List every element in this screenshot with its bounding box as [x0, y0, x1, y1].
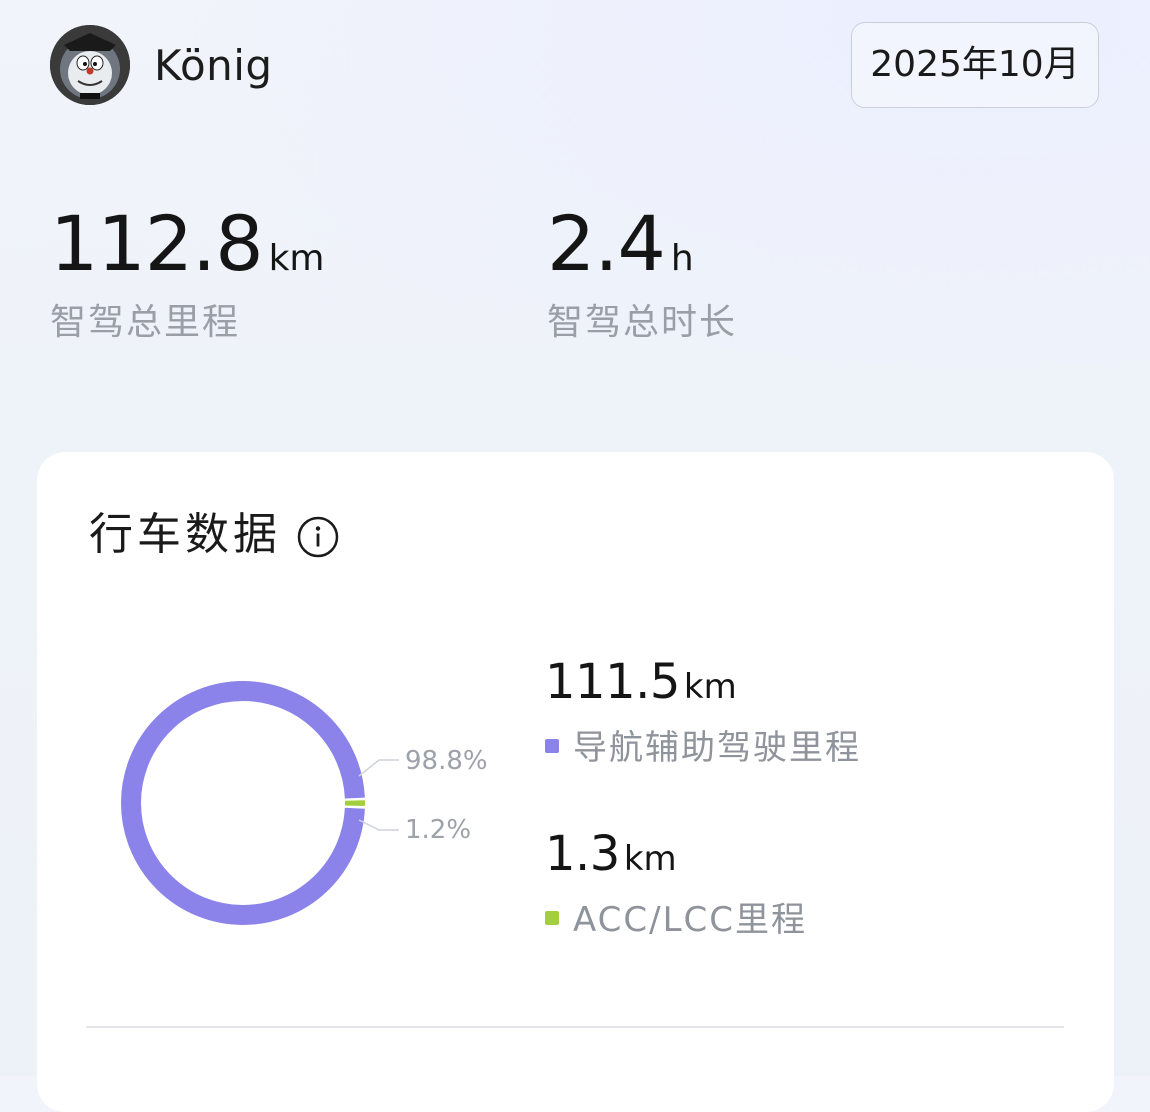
total-distance-unit: km	[268, 238, 325, 279]
info-icon[interactable]	[297, 516, 339, 558]
total-distance-stat: 112.8 km 智驾总里程	[50, 198, 325, 348]
total-distance-value: 112.8	[50, 199, 264, 288]
navigation-assist-legend: 导航辅助驾驶里程	[545, 725, 861, 771]
navigation-assist-swatch	[545, 739, 559, 753]
total-duration-label: 智驾总时长	[547, 302, 738, 343]
total-duration-stat: 2.4 h 智驾总时长	[547, 198, 737, 348]
card-title: 行车数据	[89, 509, 281, 560]
percent-label-navigation: 98.8%	[405, 746, 488, 776]
navigation-assist-label: 导航辅助驾驶里程	[573, 728, 861, 768]
total-duration-unit: h	[670, 238, 694, 279]
navigation-assist-metric: 111.5 km 导航辅助驾驶里程	[545, 652, 861, 771]
avatar[interactable]	[50, 25, 130, 105]
acc-lcc-label: ACC/LCC里程	[573, 900, 808, 940]
month-selector-button[interactable]: 2025年10月	[851, 22, 1099, 108]
driving-data-card: 行车数据 98.8% 1.2% 111.5 km 导航辅助驾驶里程 1.3 km A…	[37, 452, 1114, 1112]
card-divider	[86, 1026, 1064, 1028]
navigation-assist-value: 111.5	[545, 654, 680, 710]
acc-lcc-legend: ACC/LCC里程	[545, 897, 807, 943]
percent-label-acc-lcc: 1.2%	[405, 815, 472, 845]
navigation-assist-value-row: 111.5 km	[545, 652, 861, 717]
acc-lcc-value-row: 1.3 km	[545, 824, 807, 889]
total-duration-value-row: 2.4 h	[547, 198, 737, 290]
navigation-assist-unit: km	[683, 667, 737, 707]
acc-lcc-value: 1.3	[545, 826, 620, 882]
username: König	[154, 41, 273, 90]
total-distance-value-row: 112.8 km	[50, 198, 325, 290]
mileage-donut-chart	[121, 681, 365, 925]
acc-lcc-swatch	[545, 911, 559, 925]
total-duration-value: 2.4	[547, 199, 666, 288]
total-distance-label: 智驾总里程	[50, 302, 241, 343]
acc-lcc-metric: 1.3 km ACC/LCC里程	[545, 824, 807, 943]
acc-lcc-unit: km	[623, 839, 677, 879]
donut-slice-navigation	[121, 681, 365, 925]
avatar-image	[50, 25, 130, 105]
